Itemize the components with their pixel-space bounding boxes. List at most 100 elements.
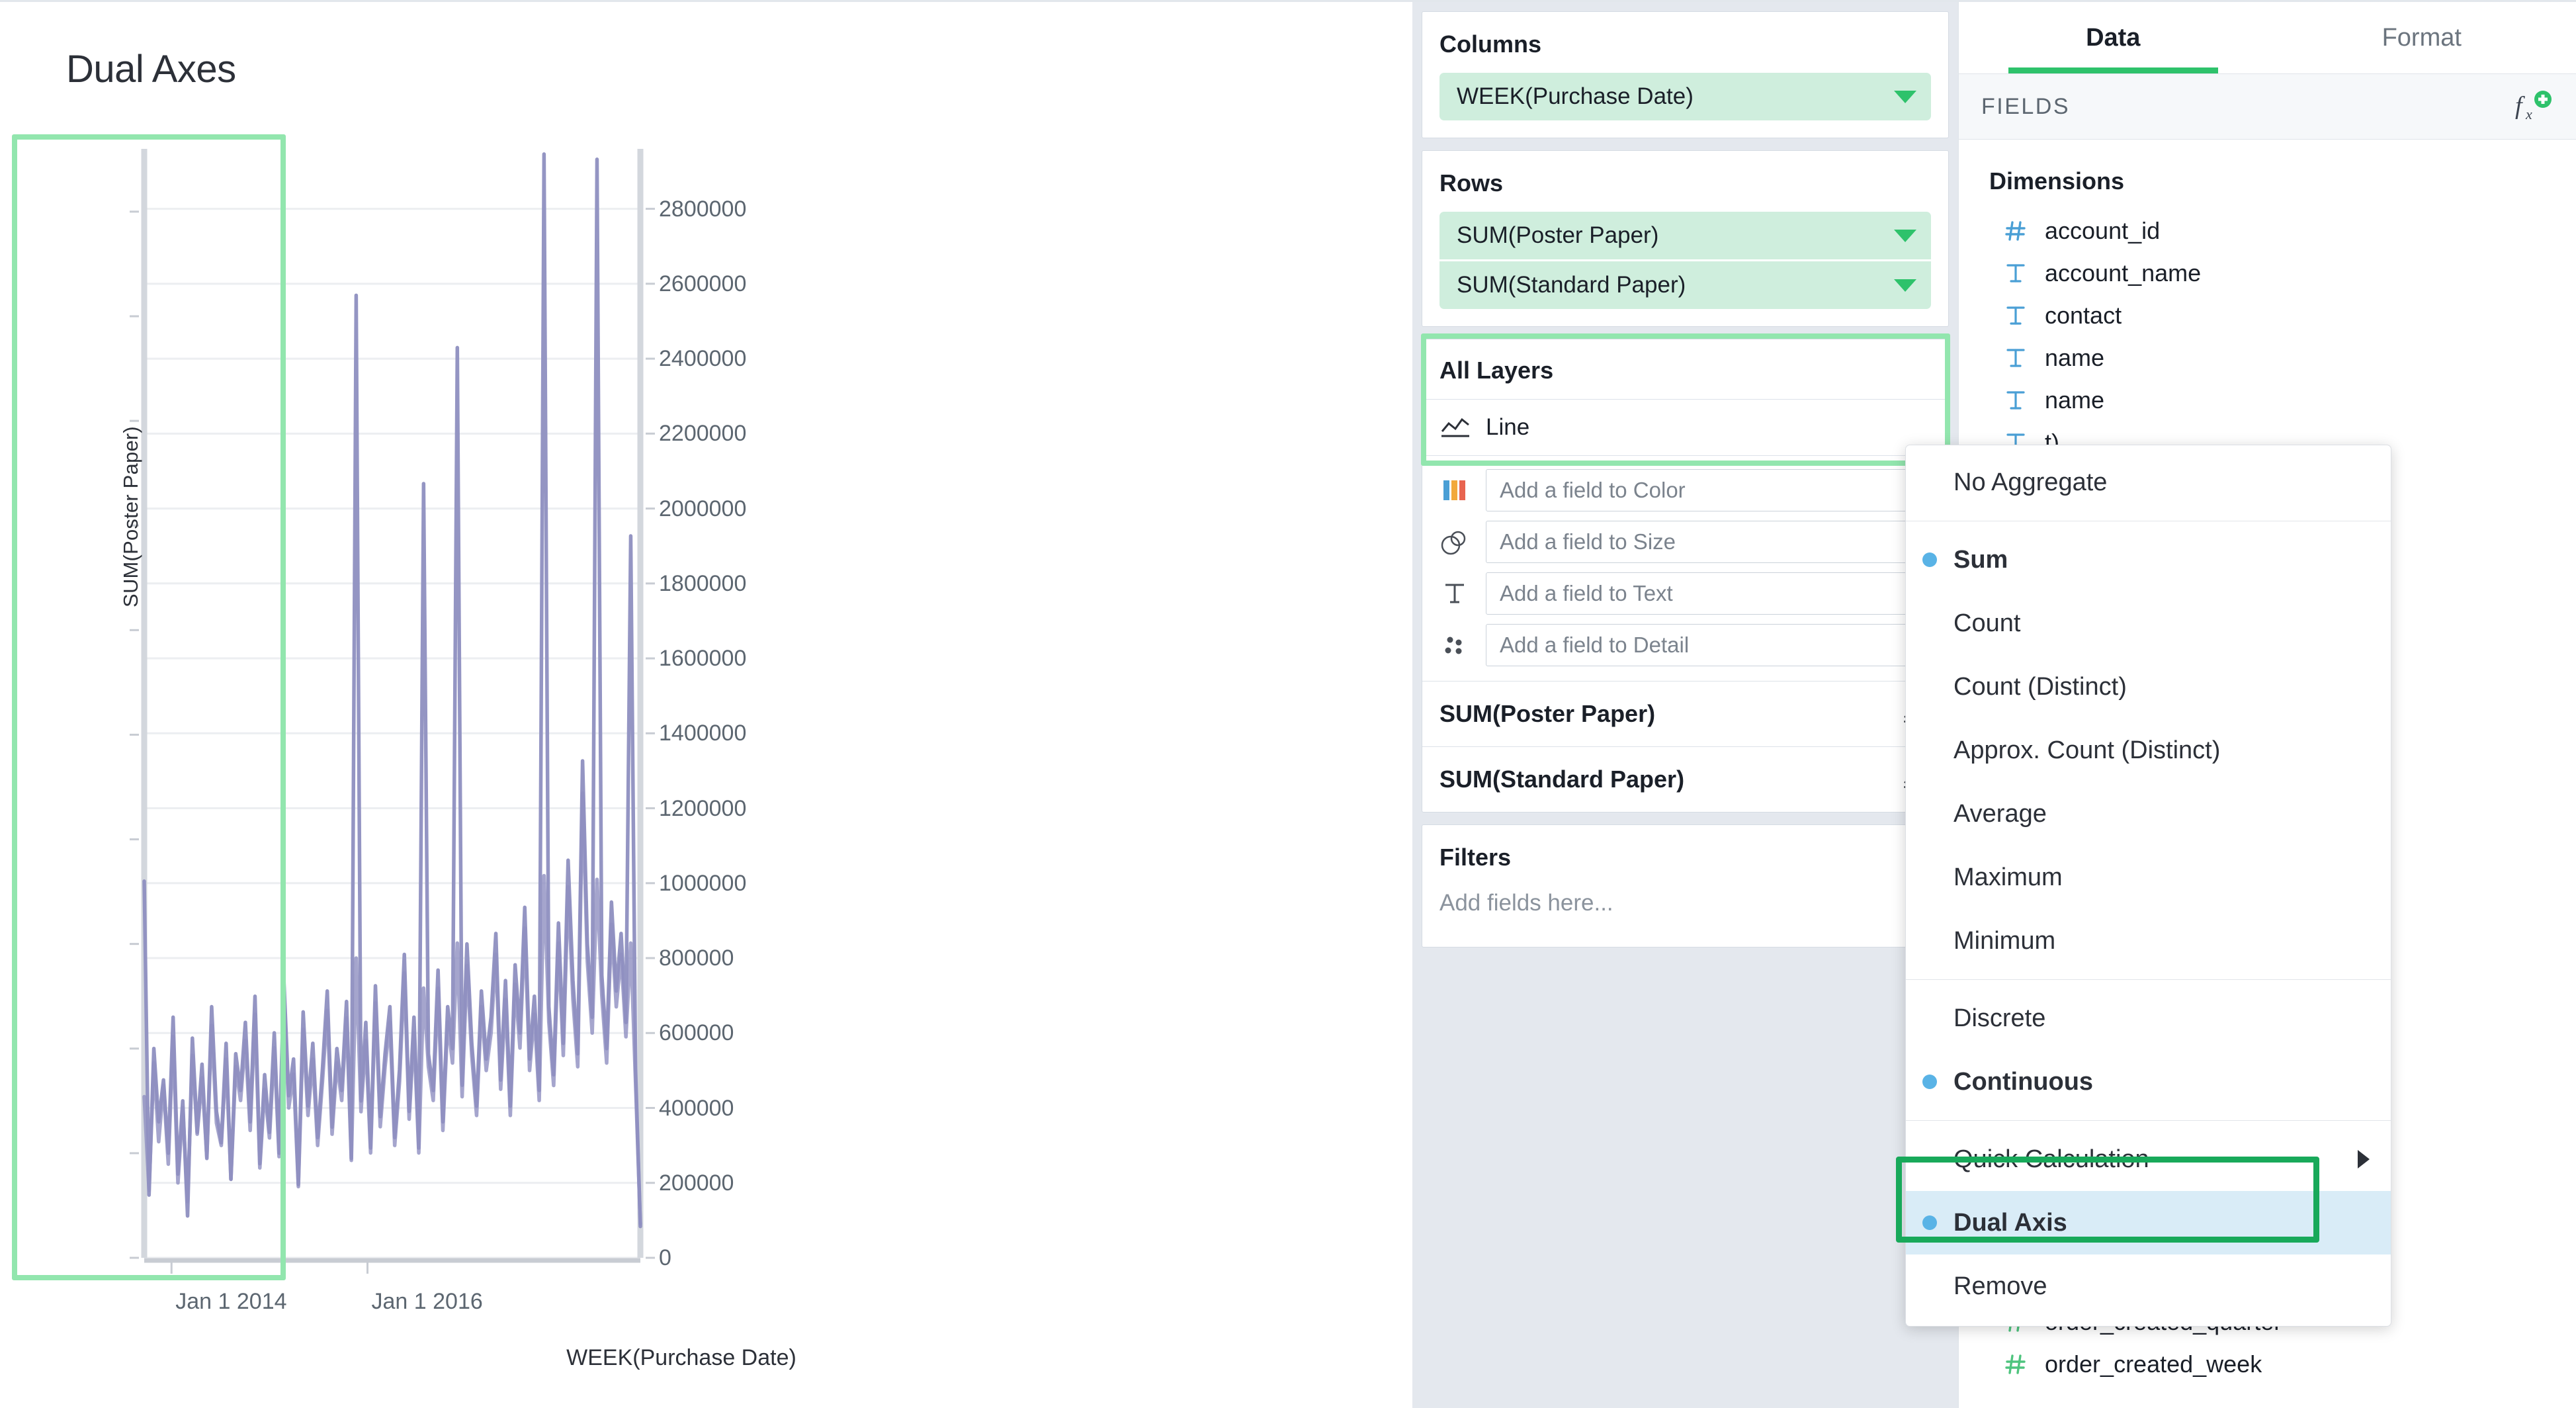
menu-item-label: Count — [1953, 609, 2020, 638]
chevron-down-icon[interactable] — [1894, 230, 1916, 242]
chevron-down-icon[interactable] — [1894, 279, 1916, 292]
columns-shelf-card[interactable]: Columns WEEK(Purchase Date) — [1422, 11, 1949, 138]
menu-item-remove[interactable]: Remove — [1906, 1254, 2391, 1318]
size-circles-icon — [1439, 527, 1470, 557]
columns-shelf-title: Columns — [1422, 12, 1948, 73]
y-right-tick-label: 1600000 — [659, 647, 746, 670]
menu-separator — [1906, 979, 2391, 980]
menu-item-no-aggregate[interactable]: No Aggregate — [1906, 451, 2391, 514]
y-right-tick-label: 2000000 — [659, 498, 746, 520]
dimensions-list: account_idaccount_namecontactnamenamet) — [1959, 210, 2576, 464]
rows-pill-stack: SUM(Poster Paper) SUM(Standard Paper) — [1439, 212, 1931, 309]
menu-item-minimum[interactable]: Minimum — [1906, 909, 2391, 973]
marks-card-title: All Layers — [1422, 339, 1948, 399]
menu-item-count-distinct[interactable]: Count (Distinct) — [1906, 655, 2391, 719]
text-t-icon — [2002, 302, 2029, 329]
menu-item-average[interactable]: Average — [1906, 782, 2391, 846]
dimension-field-item[interactable]: contact — [1959, 294, 2576, 337]
plot-wrapper: 0100000200000300000400000500000600000700… — [0, 2, 1412, 1408]
menu-item-maximum[interactable]: Maximum — [1906, 846, 2391, 909]
radio-dot — [1906, 1075, 1953, 1089]
mark-slot-text-placeholder[interactable]: Add a field to Text — [1486, 572, 1931, 615]
columns-pill-week-purchase-date[interactable]: WEEK(Purchase Date) — [1439, 73, 1931, 120]
rows-pill-sum-standard-paper[interactable]: SUM(Standard Paper) — [1439, 259, 1931, 309]
text-t-icon — [2002, 387, 2029, 414]
mark-slot-size[interactable]: Add a field to Size — [1439, 521, 1931, 563]
dimension-field-item[interactable]: account_id — [1959, 210, 2576, 252]
mark-slot-text[interactable]: Add a field to Text — [1439, 572, 1931, 615]
field-label: account_id — [2045, 217, 2160, 245]
color-palette-icon — [1439, 475, 1470, 506]
menu-item-count[interactable]: Count — [1906, 592, 2391, 655]
measure-field-item[interactable]: order_created_week — [1959, 1343, 2576, 1386]
y-right-tick-label: 1000000 — [659, 872, 746, 895]
menu-item-continuous[interactable]: Continuous — [1906, 1050, 2391, 1114]
rows-shelf-title: Rows — [1422, 151, 1948, 212]
menu-item-label: Count (Distinct) — [1953, 673, 2127, 701]
y-right-tick-label: 1800000 — [659, 572, 746, 595]
number-hash-icon — [2002, 1351, 2029, 1378]
menu-item-label: No Aggregate — [1953, 468, 2107, 497]
layer-label: SUM(Standard Paper) — [1439, 766, 1684, 793]
menu-item-sum[interactable]: Sum — [1906, 528, 2391, 592]
shelf-panel: Columns WEEK(Purchase Date) Rows SUM(Pos… — [1412, 0, 1958, 1408]
mark-type-selector[interactable]: Line — [1422, 399, 1948, 456]
menu-item-approx-count-distinct[interactable]: Approx. Count (Distinct) — [1906, 719, 2391, 782]
menu-item-label: Quick Calculation — [1953, 1145, 2149, 1174]
filters-card[interactable]: Filters Add fields here... — [1422, 824, 1949, 947]
y-right-tick-label: 0 — [659, 1247, 671, 1269]
aggregation-context-menu[interactable]: No Aggregate Sum Count Count (Distinct) Appr… — [1905, 445, 2391, 1327]
y-right-tick-label: 2800000 — [659, 198, 746, 220]
text-t-icon — [2002, 260, 2029, 286]
y-right-tick-label: 600000 — [659, 1022, 734, 1044]
panel-tabs: Data Format — [1959, 2, 2576, 73]
y-right-tick-label: 1400000 — [659, 722, 746, 744]
mark-slot-detail-placeholder[interactable]: Add a field to Detail — [1486, 624, 1931, 666]
rows-pill-sum-poster-paper[interactable]: SUM(Poster Paper) — [1439, 212, 1931, 259]
rows-pill-label: SUM(Standard Paper) — [1457, 272, 1686, 298]
menu-item-label: Minimum — [1953, 927, 2055, 955]
field-label: account_name — [2045, 259, 2201, 287]
menu-item-quick-calculation[interactable]: Quick Calculation — [1906, 1127, 2391, 1191]
y-right-tick-label: 400000 — [659, 1097, 734, 1120]
filters-placeholder[interactable]: Add fields here... — [1422, 886, 1948, 947]
field-label: name — [2045, 344, 2104, 372]
y-right-tick-label: 2200000 — [659, 422, 746, 445]
radio-dot — [1906, 552, 1953, 567]
layer-row-sum-poster-paper[interactable]: SUM(Poster Paper) — [1422, 681, 1948, 746]
tab-data[interactable]: Data — [1959, 2, 2268, 73]
mark-slot-size-placeholder[interactable]: Add a field to Size — [1486, 521, 1931, 563]
marks-card: All Layers Line Ad — [1422, 339, 1949, 813]
number-hash-icon — [2002, 1351, 2029, 1378]
detail-dots-icon — [1439, 630, 1470, 660]
chevron-down-icon[interactable] — [1894, 91, 1916, 103]
menu-item-dual-axis[interactable]: Dual Axis — [1906, 1191, 2391, 1254]
dimension-field-item[interactable]: name — [1959, 337, 2576, 379]
field-label: contact — [2045, 302, 2122, 330]
text-t-icon — [2002, 302, 2029, 329]
mark-slot-color-placeholder[interactable]: Add a field to Color — [1486, 469, 1931, 511]
mark-slot-detail[interactable]: Add a field to Detail — [1439, 624, 1931, 666]
y-right-tick-label: 2600000 — [659, 273, 746, 295]
radio-dot — [1906, 1215, 1953, 1230]
mark-slot-color[interactable]: Add a field to Color — [1439, 469, 1931, 511]
text-t-icon — [2002, 345, 2029, 371]
line-chart-icon — [1439, 416, 1471, 439]
mark-property-slots: Add a field to Color Add a field to Size — [1422, 456, 1948, 681]
text-t-icon — [2002, 387, 2029, 414]
series-line — [144, 793, 640, 1224]
dimension-field-item[interactable]: account_name — [1959, 252, 2576, 294]
rows-shelf-card[interactable]: Rows SUM(Poster Paper) SUM(Standard Pape… — [1422, 150, 1949, 327]
dimension-field-item[interactable]: name — [1959, 379, 2576, 421]
text-t-icon — [1439, 578, 1470, 609]
menu-item-label: Average — [1953, 800, 2047, 828]
y-right-tick-label: 800000 — [659, 947, 734, 969]
menu-item-label: Maximum — [1953, 863, 2063, 892]
menu-item-label: Dual Axis — [1953, 1209, 2067, 1237]
menu-item-discrete[interactable]: Discrete — [1906, 987, 2391, 1050]
layer-row-sum-standard-paper[interactable]: SUM(Standard Paper) — [1422, 746, 1948, 812]
y-right-tick-label: 1200000 — [659, 797, 746, 820]
tab-format[interactable]: Format — [2268, 2, 2576, 73]
columns-pill-label: WEEK(Purchase Date) — [1457, 83, 1694, 110]
text-t-icon — [2002, 345, 2029, 371]
